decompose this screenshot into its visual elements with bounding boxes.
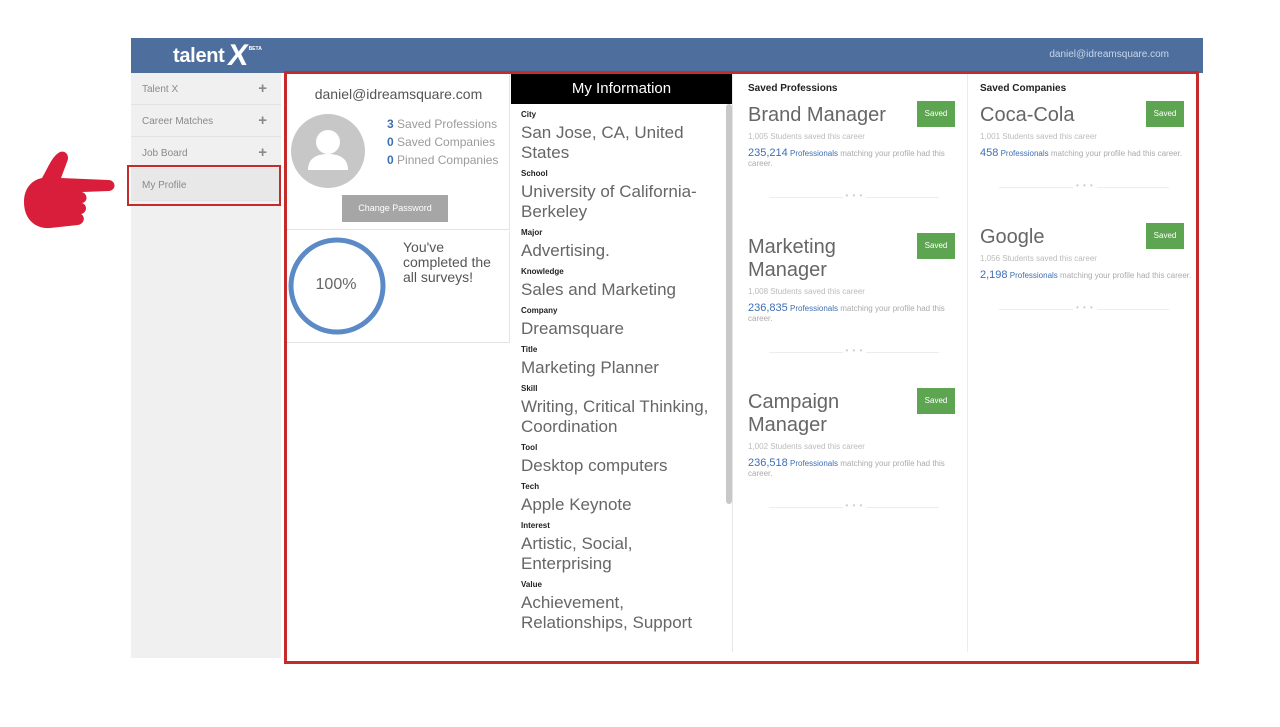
highlight-box-my-profile xyxy=(127,165,281,206)
sidebar-item-talent-x[interactable]: Talent X + xyxy=(131,73,281,105)
pointing-hand-icon xyxy=(24,151,115,229)
sidebar-item-career-matches[interactable]: Career Matches + xyxy=(131,105,281,137)
sidebar-item-label: Talent X xyxy=(142,84,179,95)
plus-icon[interactable]: + xyxy=(258,112,267,129)
talentx-logo[interactable]: talent X BETA xyxy=(173,39,262,72)
top-bar: talent X BETA daniel@idreamsquare.com xyxy=(131,38,1203,73)
user-email[interactable]: daniel@idreamsquare.com xyxy=(1049,49,1169,60)
sidebar-item-label: Career Matches xyxy=(142,116,214,127)
plus-icon[interactable]: + xyxy=(258,144,267,161)
sidebar-item-label: Job Board xyxy=(142,148,188,159)
sidebar: Talent X + Career Matches + Job Board + … xyxy=(131,73,281,658)
highlight-box-main-content xyxy=(284,71,1199,664)
plus-icon[interactable]: + xyxy=(258,80,267,97)
